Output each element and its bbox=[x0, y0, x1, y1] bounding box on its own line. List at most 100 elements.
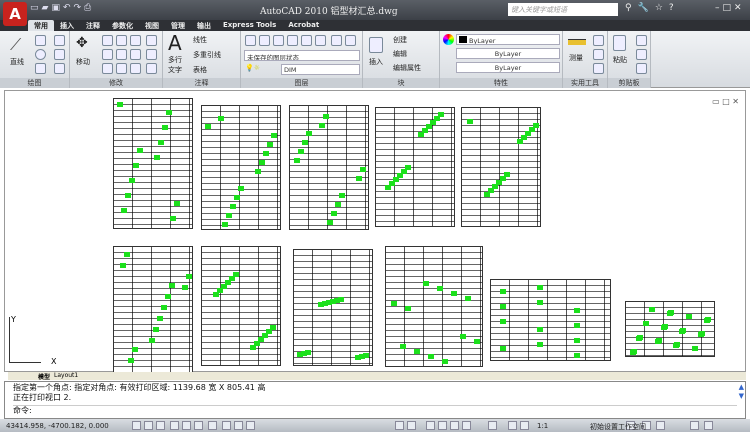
status-toggle-button[interactable] bbox=[246, 421, 255, 430]
status-toggle-button[interactable] bbox=[488, 421, 497, 430]
tab-parametric[interactable]: 参数化 bbox=[106, 20, 139, 31]
measure-icon[interactable] bbox=[568, 39, 586, 45]
utilities-panel-label[interactable]: 实用工具 bbox=[563, 78, 607, 88]
hatch-icon[interactable] bbox=[54, 49, 65, 60]
status-toggle-button[interactable] bbox=[234, 421, 243, 430]
status-toggle-button[interactable] bbox=[132, 421, 141, 430]
paste-special-icon[interactable] bbox=[636, 63, 647, 74]
status-toggle-button[interactable] bbox=[194, 421, 203, 430]
color-wheel-icon[interactable] bbox=[443, 34, 454, 45]
boundary-icon[interactable] bbox=[54, 63, 65, 74]
annotation-scale[interactable]: 1:1 bbox=[537, 422, 548, 430]
line-icon[interactable]: ⟋ bbox=[10, 35, 21, 55]
status-toggle-button[interactable] bbox=[222, 421, 231, 430]
status-toggle-button[interactable] bbox=[704, 421, 713, 430]
layer-dropdown[interactable]: DIM bbox=[281, 64, 360, 75]
paste-icon[interactable] bbox=[613, 35, 626, 51]
offset-icon[interactable] bbox=[116, 63, 127, 74]
layer-properties-icon[interactable] bbox=[245, 35, 256, 46]
status-toggle-button[interactable] bbox=[450, 421, 459, 430]
mtext-button[interactable]: 多行文字 bbox=[168, 55, 184, 75]
copy-icon[interactable] bbox=[102, 35, 113, 46]
fillet-icon[interactable] bbox=[146, 63, 157, 74]
status-toggle-button[interactable] bbox=[182, 421, 191, 430]
insert-button[interactable]: 插入 bbox=[369, 57, 383, 67]
status-toggle-button[interactable] bbox=[426, 421, 435, 430]
workspace-switch[interactable]: 初始设置工作空间 bbox=[590, 422, 646, 432]
application-menu-button[interactable]: A bbox=[3, 2, 27, 26]
tab-layout1[interactable]: Layout1 bbox=[54, 372, 78, 380]
move-icon[interactable]: ✥ bbox=[76, 35, 88, 51]
clipboard-panel-label[interactable]: 剪贴板 bbox=[608, 78, 650, 88]
undo-icon[interactable]: ↶ bbox=[63, 3, 71, 13]
mirror-icon[interactable] bbox=[130, 49, 141, 60]
layer-state-dropdown[interactable]: 未保存的图层状态 bbox=[244, 50, 360, 61]
status-toggle-button[interactable] bbox=[395, 421, 404, 430]
annotation-panel-label[interactable]: 注释 bbox=[163, 78, 240, 88]
block-panel-label[interactable]: 块 bbox=[363, 78, 439, 88]
bulb-icon[interactable]: 💡☼ bbox=[245, 64, 260, 72]
status-toggle-button[interactable] bbox=[690, 421, 699, 430]
array-icon[interactable] bbox=[146, 35, 157, 46]
circle-icon[interactable] bbox=[35, 49, 46, 60]
redo-icon[interactable]: ↷ bbox=[74, 3, 82, 13]
layer-icon[interactable] bbox=[273, 35, 284, 46]
help-icon[interactable]: ? bbox=[669, 3, 674, 13]
layers-panel-label[interactable]: 图层 bbox=[241, 78, 362, 88]
wrench-icon[interactable]: 🔧 bbox=[638, 3, 649, 13]
layer-icon[interactable] bbox=[259, 35, 270, 46]
status-toggle-button[interactable] bbox=[656, 421, 665, 430]
status-toggle-button[interactable] bbox=[438, 421, 447, 430]
edit-attributes-button[interactable]: 编辑属性 bbox=[393, 63, 421, 73]
status-toggle-button[interactable] bbox=[208, 421, 217, 430]
layer-icon[interactable] bbox=[301, 35, 312, 46]
calculator-icon[interactable] bbox=[593, 63, 604, 74]
tab-model[interactable]: 模型 bbox=[38, 372, 50, 381]
tab-acrobat[interactable]: Acrobat bbox=[282, 20, 325, 31]
table-button[interactable]: 表格 bbox=[193, 65, 207, 75]
viewport-controls[interactable]: ▭ □ ✕ bbox=[712, 97, 739, 106]
stretch-icon[interactable] bbox=[116, 49, 127, 60]
layer-icon[interactable] bbox=[345, 35, 356, 46]
polyline-icon[interactable] bbox=[35, 35, 46, 46]
tab-annotate[interactable]: 注释 bbox=[80, 20, 106, 31]
rotate-icon[interactable] bbox=[116, 35, 127, 46]
copy-clip-icon[interactable] bbox=[636, 49, 647, 60]
tab-home[interactable]: 常用 bbox=[28, 20, 54, 31]
tab-express-tools[interactable]: Express Tools bbox=[217, 20, 282, 31]
properties-panel-label[interactable]: 特性 bbox=[440, 78, 562, 88]
paste-button[interactable]: 粘贴 bbox=[613, 55, 627, 65]
erase-icon[interactable] bbox=[102, 63, 113, 74]
extend-icon[interactable] bbox=[146, 49, 157, 60]
measure-button[interactable]: 测量 bbox=[569, 53, 583, 63]
tab-insert[interactable]: 插入 bbox=[54, 20, 80, 31]
color-dropdown[interactable]: ByLayer bbox=[456, 34, 560, 45]
minimize-button[interactable]: – bbox=[715, 3, 720, 13]
create-block-button[interactable]: 创建 bbox=[393, 35, 407, 45]
status-toggle-button[interactable] bbox=[462, 421, 471, 430]
open-icon[interactable]: ▰ bbox=[42, 3, 49, 13]
quick-select-icon[interactable] bbox=[593, 35, 604, 46]
edit-block-button[interactable]: 编辑 bbox=[393, 49, 407, 59]
modify-panel-label[interactable]: 修改 bbox=[70, 78, 162, 88]
draw-panel-label[interactable]: 绘图 bbox=[0, 78, 69, 88]
binoculars-icon[interactable]: ⚲ bbox=[625, 3, 632, 13]
star-icon[interactable]: ☆ bbox=[655, 3, 663, 13]
linear-dim-button[interactable]: 线性 bbox=[193, 35, 207, 45]
line-button[interactable]: 直线 bbox=[10, 57, 24, 67]
layer-icon[interactable] bbox=[315, 35, 326, 46]
status-toggle-button[interactable] bbox=[520, 421, 529, 430]
insert-icon[interactable] bbox=[369, 37, 383, 53]
trim-icon[interactable] bbox=[130, 35, 141, 46]
mtext-icon[interactable]: A bbox=[168, 31, 182, 55]
rect-array-icon[interactable] bbox=[130, 63, 141, 74]
tab-view[interactable]: 视图 bbox=[139, 20, 165, 31]
status-toggle-button[interactable] bbox=[156, 421, 165, 430]
tab-output[interactable]: 输出 bbox=[191, 20, 217, 31]
status-toggle-button[interactable] bbox=[144, 421, 153, 430]
command-scrollbar[interactable]: ▲ ▼ bbox=[739, 383, 744, 401]
command-input[interactable]: 命令: bbox=[13, 405, 737, 416]
tab-manage[interactable]: 管理 bbox=[165, 20, 191, 31]
select-similar-icon[interactable] bbox=[593, 49, 604, 60]
layer-icon[interactable] bbox=[287, 35, 298, 46]
